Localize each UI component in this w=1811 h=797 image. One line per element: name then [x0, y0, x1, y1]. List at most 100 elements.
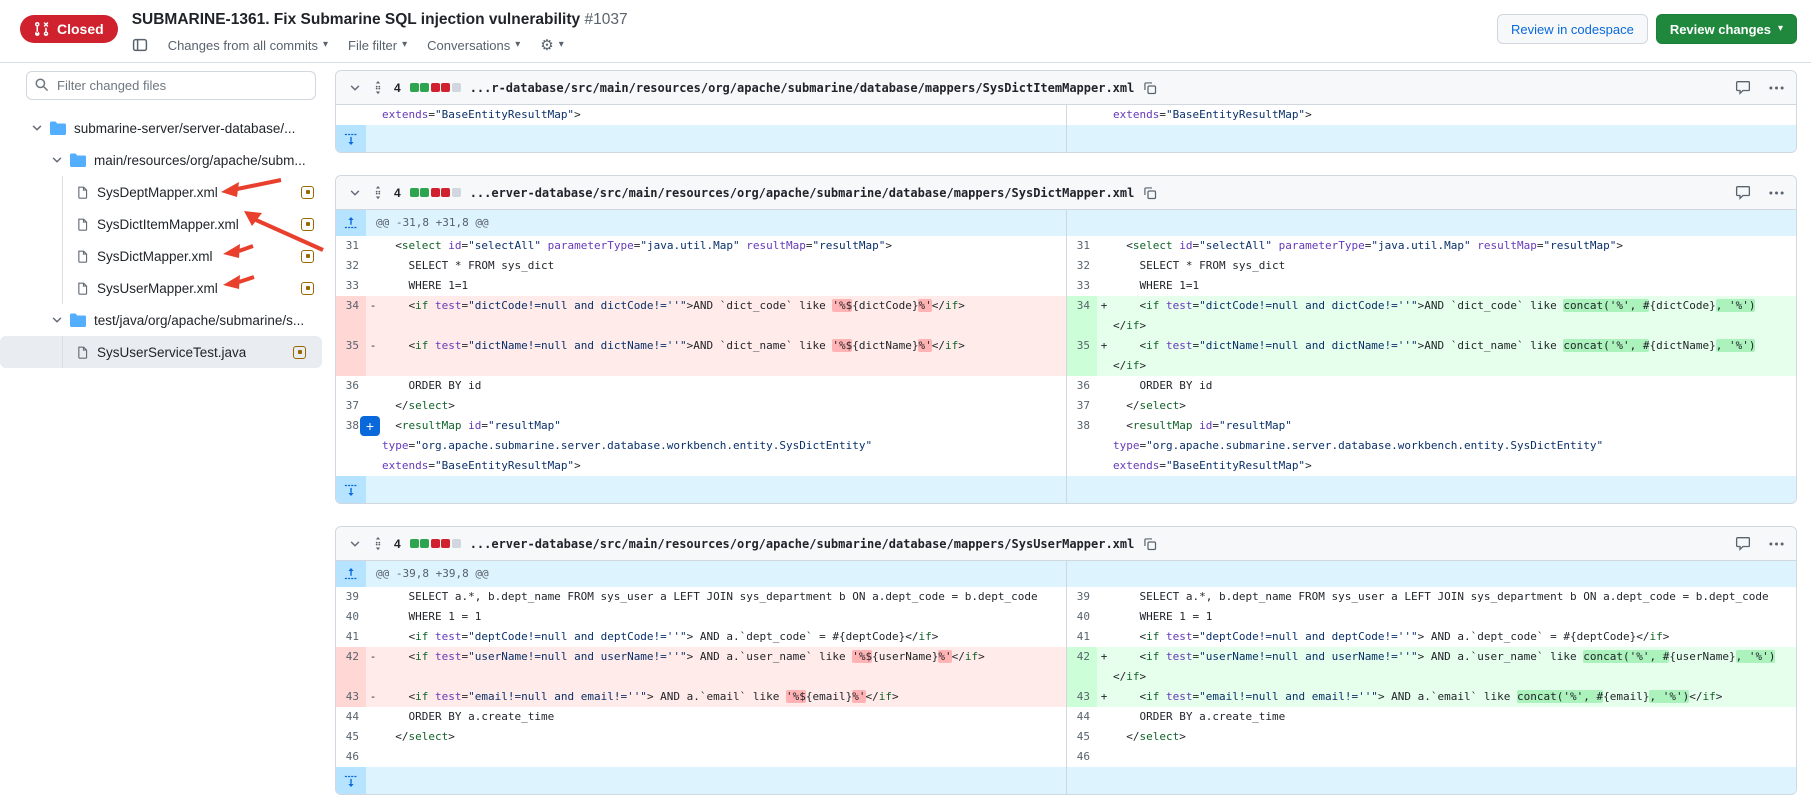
line-number[interactable]: 45: [1067, 727, 1097, 747]
line-number[interactable]: [1067, 105, 1097, 125]
line-number[interactable]: [336, 105, 366, 125]
line-number[interactable]: 37: [336, 396, 366, 416]
diff-panel-sysdictitemmapper-xml: 4...r-database/src/main/resources/org/ap…: [335, 70, 1797, 153]
tree-item-sysusermapper-xml[interactable]: SysUserMapper.xml: [0, 272, 330, 304]
tree-item-sysuserservicetest-java[interactable]: SysUserServiceTest.java: [0, 336, 322, 368]
diffstat-square-del: [441, 539, 450, 548]
line-number[interactable]: 36: [1067, 376, 1097, 396]
kebab-menu[interactable]: [1769, 191, 1784, 195]
review-in-codespace-button[interactable]: Review in codespace: [1497, 14, 1648, 44]
expand-down-button[interactable]: [336, 767, 366, 794]
hunk-header: @@ -39,8 +39,8 @@: [336, 561, 1796, 587]
code-line: <if test="email!=null and email!=''"> AN…: [380, 687, 1066, 707]
file-filter-dropdown[interactable]: File filter▾: [348, 38, 407, 53]
line-number[interactable]: 43: [1067, 687, 1097, 707]
comment-icon[interactable]: [1735, 80, 1751, 95]
modified-file-icon: [301, 282, 314, 295]
conversations-dropdown[interactable]: Conversations▾: [427, 38, 520, 53]
line-number[interactable]: 35: [1067, 336, 1097, 376]
diff-side-new: 34+ <if test="dictCode!=null and dictCod…: [1066, 296, 1796, 336]
line-number[interactable]: 41: [1067, 627, 1097, 647]
line-number[interactable]: 39: [336, 587, 366, 607]
copy-path-button[interactable]: [1143, 186, 1157, 200]
diffstat-square-del: [431, 188, 440, 197]
add-comment-button[interactable]: +: [360, 416, 380, 436]
copy-path-button[interactable]: [1143, 81, 1157, 95]
line-number[interactable]: 31: [1067, 236, 1097, 256]
diff-settings-dropdown[interactable]: ⚙▾: [540, 36, 563, 54]
line-number[interactable]: 43: [336, 687, 366, 707]
line-number[interactable]: 33: [336, 276, 366, 296]
diffstat-square-del: [441, 188, 450, 197]
expand-up-button[interactable]: [336, 561, 366, 587]
tree-item-submarine-server-server-database[interactable]: submarine-server/server-database/...: [0, 112, 330, 144]
line-number[interactable]: 44: [336, 707, 366, 727]
diffstat-square-add: [420, 188, 429, 197]
pr-header: Closed SUBMARINE-1361. Fix Submarine SQL…: [0, 0, 1811, 63]
code-line: <if test="deptCode!=null and deptCode!='…: [380, 627, 1066, 647]
kebab-menu[interactable]: [1769, 86, 1784, 90]
code-line: <select id="selectAll" parameterType="ja…: [380, 236, 1066, 256]
line-number[interactable]: 34: [1067, 296, 1097, 336]
drag-handle-icon[interactable]: [371, 185, 385, 200]
expand-up-button[interactable]: [336, 210, 366, 236]
line-number[interactable]: 31: [336, 236, 366, 256]
diff-marker: [366, 396, 380, 416]
modified-file-icon: [301, 218, 314, 231]
drag-handle-icon[interactable]: [371, 80, 385, 95]
line-number[interactable]: 40: [1067, 607, 1097, 627]
review-changes-button[interactable]: Review changes▾: [1656, 14, 1797, 44]
diff-marker: +: [1097, 336, 1111, 376]
line-number[interactable]: 41: [336, 627, 366, 647]
toggle-file-tree-button[interactable]: [132, 37, 148, 53]
code-line: <select id="selectAll" parameterType="ja…: [1111, 236, 1796, 256]
tree-item-label: main/resources/org/apache/subm...: [94, 153, 306, 168]
collapse-file-button[interactable]: [348, 186, 362, 200]
code-line: ORDER BY id: [380, 376, 1066, 396]
gear-icon: ⚙: [540, 36, 553, 54]
comment-icon[interactable]: [1735, 536, 1751, 551]
diff-row: 31 <select id="selectAll" parameterType=…: [336, 236, 1796, 256]
filter-changed-files-input[interactable]: [26, 71, 316, 100]
chevron-down-icon: [30, 121, 46, 135]
expand-down-button[interactable]: [336, 125, 366, 152]
line-number[interactable]: 39: [1067, 587, 1097, 607]
line-number[interactable]: 35: [336, 336, 366, 376]
line-number[interactable]: 38: [1067, 416, 1097, 476]
expand-down-button[interactable]: [336, 476, 366, 503]
line-number[interactable]: 40: [336, 607, 366, 627]
line-number[interactable]: 42: [1067, 647, 1097, 687]
line-number[interactable]: 46: [336, 747, 366, 767]
collapse-file-button[interactable]: [348, 81, 362, 95]
line-number[interactable]: 32: [336, 256, 366, 276]
tree-item-sysdictmapper-xml[interactable]: SysDictMapper.xml: [0, 240, 330, 272]
line-number[interactable]: 42: [336, 647, 366, 687]
comment-icon[interactable]: [1735, 185, 1751, 200]
diffstat-square-add: [410, 188, 419, 197]
line-number[interactable]: 46: [1067, 747, 1097, 767]
file-header: 4...erver-database/src/main/resources/or…: [336, 176, 1796, 210]
diff-marker: [366, 727, 380, 747]
tree-item-sysdictitemmapper-xml[interactable]: SysDictItemMapper.xml: [0, 208, 330, 240]
status-badge-label: Closed: [57, 21, 104, 37]
tree-item-main-resources-org-apache-subm[interactable]: main/resources/org/apache/subm...: [0, 144, 330, 176]
line-number[interactable]: 32: [1067, 256, 1097, 276]
diffstat-squares: [410, 188, 461, 197]
line-number[interactable]: 44: [1067, 707, 1097, 727]
kebab-menu[interactable]: [1769, 542, 1784, 546]
line-number[interactable]: 45: [336, 727, 366, 747]
copy-path-button[interactable]: [1143, 537, 1157, 551]
folder-icon: [70, 153, 86, 167]
collapse-file-button[interactable]: [348, 537, 362, 551]
tree-item-test-java-org-apache-submarine-s[interactable]: test/java/org/apache/submarine/s...: [0, 304, 330, 336]
line-number[interactable]: 36: [336, 376, 366, 396]
changes-from-dropdown[interactable]: Changes from all commits▾: [168, 38, 328, 53]
line-number[interactable]: 37: [1067, 396, 1097, 416]
diff-side-old: 46: [336, 747, 1066, 767]
diffstat-square-neutral: [452, 188, 461, 197]
drag-handle-icon[interactable]: [371, 536, 385, 551]
line-number[interactable]: 34: [336, 296, 366, 336]
tree-item-sysdeptmapper-xml[interactable]: SysDeptMapper.xml: [0, 176, 330, 208]
line-number[interactable]: 33: [1067, 276, 1097, 296]
tree-item-label: test/java/org/apache/submarine/s...: [94, 313, 304, 328]
